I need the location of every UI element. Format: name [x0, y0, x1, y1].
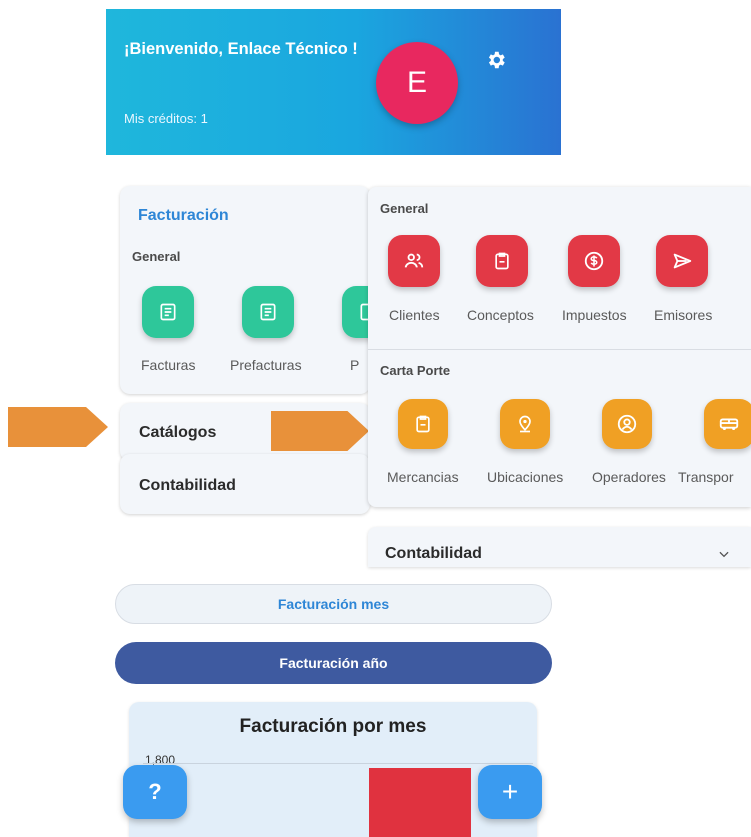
mercancias-label: Mercancias — [387, 469, 459, 485]
contabilidad-expander[interactable]: Contabilidad — [368, 527, 751, 567]
document-icon — [160, 303, 176, 321]
third-item-label: P — [350, 357, 360, 373]
person-circle-icon — [617, 414, 637, 434]
facturacion-title[interactable]: Facturación — [138, 207, 229, 225]
truck-icon — [719, 418, 739, 431]
prefacturas-label: Prefacturas — [230, 357, 302, 373]
gridline — [143, 763, 533, 764]
mercancias-button[interactable] — [398, 399, 448, 449]
prefacturas-button[interactable] — [242, 286, 294, 338]
chart-bar — [369, 768, 471, 837]
clipboard-icon — [416, 415, 430, 433]
add-button[interactable]: + — [478, 765, 542, 819]
divider — [368, 349, 751, 350]
help-button[interactable]: ? — [123, 765, 187, 819]
facturacion-anio-button[interactable]: Facturación año — [115, 642, 552, 684]
ubicaciones-button[interactable] — [500, 399, 550, 449]
contabilidad-card[interactable]: Contabilidad — [120, 454, 370, 514]
credits-text: Mis créditos: 1 — [124, 111, 208, 126]
operadores-label: Operadores — [592, 469, 666, 485]
gear-icon[interactable] — [485, 49, 507, 71]
contabilidad-title: Contabilidad — [139, 477, 236, 494]
general-label: General — [132, 249, 181, 264]
location-pin-icon — [519, 415, 531, 433]
help-icon: ? — [148, 779, 162, 804]
facturacion-mes-button[interactable]: Facturación mes — [115, 584, 552, 624]
conceptos-button[interactable] — [476, 235, 528, 287]
operadores-button[interactable] — [602, 399, 652, 449]
document-icon — [260, 303, 276, 321]
emisores-button[interactable] — [656, 235, 708, 287]
chevron-down-icon — [719, 551, 729, 558]
dollar-icon — [584, 251, 604, 271]
catalogos-title: Catálogos — [139, 424, 217, 441]
users-icon — [404, 253, 424, 268]
conceptos-label: Conceptos — [467, 307, 534, 323]
clipboard-icon — [495, 252, 509, 270]
facturas-button[interactable] — [142, 286, 194, 338]
impuestos-button[interactable] — [568, 235, 620, 287]
welcome-header: ¡Bienvenido, Enlace Técnico ! Mis crédit… — [106, 9, 561, 155]
clientes-button[interactable] — [388, 235, 440, 287]
facturas-label: Facturas — [141, 357, 196, 373]
chart-card: Facturación por mes 1,800 — [129, 702, 537, 837]
transporte-button[interactable] — [704, 399, 751, 449]
ubicaciones-label: Ubicaciones — [487, 469, 564, 485]
third-item-button[interactable] — [342, 286, 370, 338]
welcome-text: ¡Bienvenido, Enlace Técnico ! — [124, 40, 358, 58]
emisores-label: Emisores — [654, 307, 713, 323]
arrow-shape — [8, 407, 108, 447]
impuestos-label: Impuestos — [562, 307, 627, 323]
contabilidad-title: Contabilidad — [385, 545, 482, 562]
facturacion-card: Facturación General Facturas Prefacturas… — [120, 186, 370, 394]
transporte-label: Transpor — [678, 469, 734, 485]
catalogos-expanded-panel: General Clientes Conceptos Impuestos Emi… — [368, 187, 751, 507]
carta-porte-label: Carta Porte — [380, 363, 451, 378]
avatar[interactable]: E — [376, 42, 458, 124]
plus-icon: + — [501, 776, 519, 807]
send-icon — [673, 253, 692, 269]
general-label: General — [380, 201, 429, 216]
clientes-label: Clientes — [389, 307, 440, 323]
chart-title: Facturación por mes — [239, 716, 427, 737]
